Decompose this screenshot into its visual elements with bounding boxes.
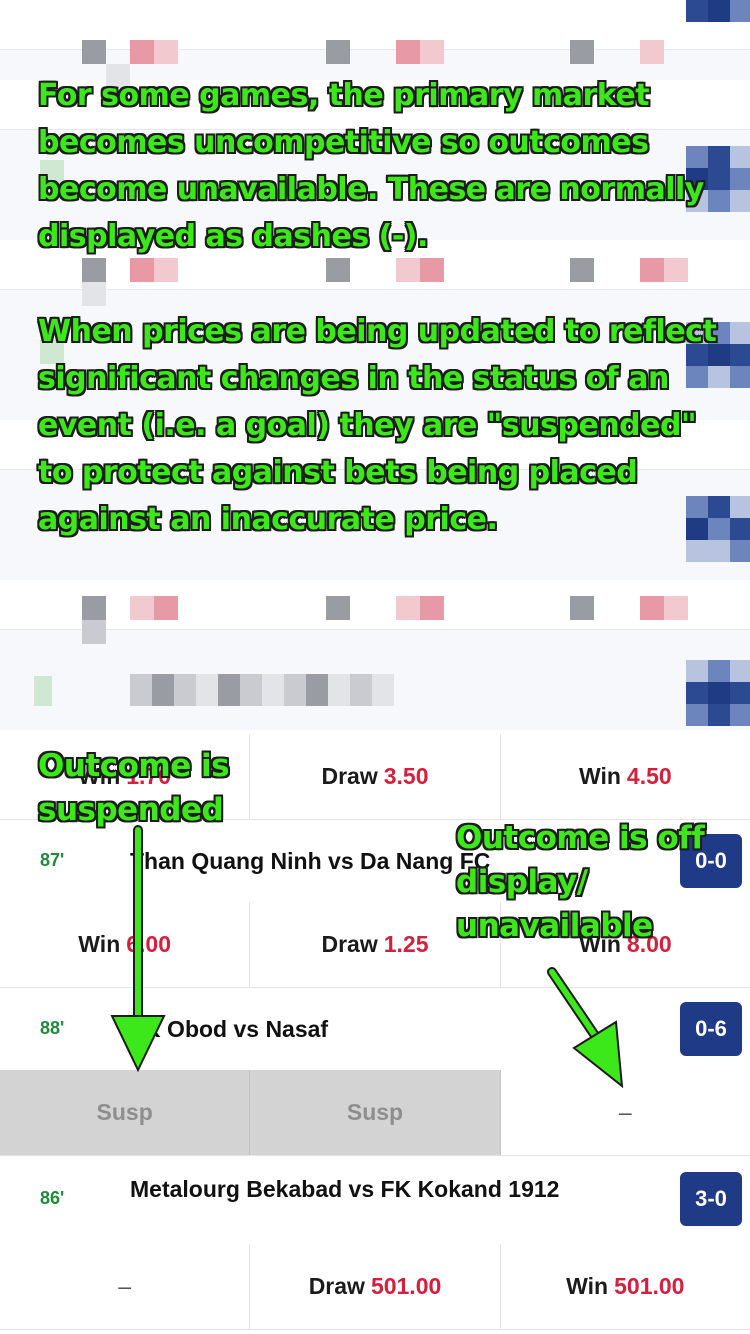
outcome-label: Susp: [346, 1099, 404, 1125]
obscured-score-badge: [686, 0, 750, 42]
match-teams: FK Obod vs Nasaf: [130, 1016, 329, 1042]
outcome-label: Win: [566, 1273, 609, 1299]
match-minute: 86': [40, 1188, 65, 1208]
match-header[interactable]: 86' Metalourg Bekabad vs FK Kokand 1912 …: [0, 1156, 750, 1246]
match-outcome-row: – Draw 501.00 Win 501.00: [0, 1244, 750, 1330]
outcome-label: Draw: [308, 1273, 365, 1299]
outcome-price: 501.00: [614, 1273, 685, 1299]
match-outcome-row: Susp Susp –: [0, 1070, 750, 1156]
outcome-label: Susp: [96, 1099, 153, 1125]
outcome-price: 6.00: [126, 931, 172, 957]
outcome-draw[interactable]: Draw 3.50: [250, 734, 501, 819]
outcome-label: Draw: [321, 931, 378, 957]
match-minute: 88': [40, 1018, 65, 1038]
outcome-label: –: [618, 1099, 632, 1125]
annotation-suspended-label: Outcome is suspended: [38, 748, 230, 828]
outcome-price: 501.00: [370, 1273, 442, 1299]
match-teams: Metalourg Bekabad vs FK Kokand 1912: [130, 1176, 560, 1202]
annotation-suspended-explainer: When prices are being updated to reflect…: [38, 314, 717, 537]
score-badge: 3-0: [680, 1172, 742, 1226]
match-minute: 87': [40, 850, 65, 870]
obscured-row: [0, 0, 750, 50]
outcome-home-unavailable: –: [0, 1244, 251, 1329]
outcome-label: Win: [78, 931, 121, 957]
match-header[interactable]: 88' FK Obod vs Nasaf 0-6: [0, 988, 750, 1072]
outcome-away-win[interactable]: Win 4.50: [501, 734, 750, 819]
outcome-label: Draw: [321, 763, 378, 789]
outcome-draw[interactable]: Draw 501.00: [250, 1244, 501, 1329]
annotation-unavailable-explainer: For some games, the primary market becom…: [38, 78, 704, 254]
annotation-unavailable-label: Outcome is off display/ unavailable: [456, 820, 705, 944]
outcome-price: 1.25: [383, 931, 429, 957]
outcome-price: 3.50: [383, 763, 429, 789]
outcome-home-suspended: Susp: [0, 1070, 251, 1155]
outcome-label: Win: [578, 763, 621, 789]
outcome-away-win[interactable]: Win 501.00: [501, 1244, 750, 1329]
outcome-price: 4.50: [626, 763, 672, 789]
score-badge: 0-6: [680, 1002, 742, 1056]
outcome-away-unavailable: –: [501, 1070, 750, 1155]
outcome-home-win[interactable]: Win 6.00: [0, 902, 251, 987]
outcome-label: –: [118, 1273, 132, 1299]
outcome-draw-suspended: Susp: [250, 1070, 501, 1155]
obscured-row: [0, 580, 750, 630]
obscured-score-badge: [686, 660, 750, 726]
